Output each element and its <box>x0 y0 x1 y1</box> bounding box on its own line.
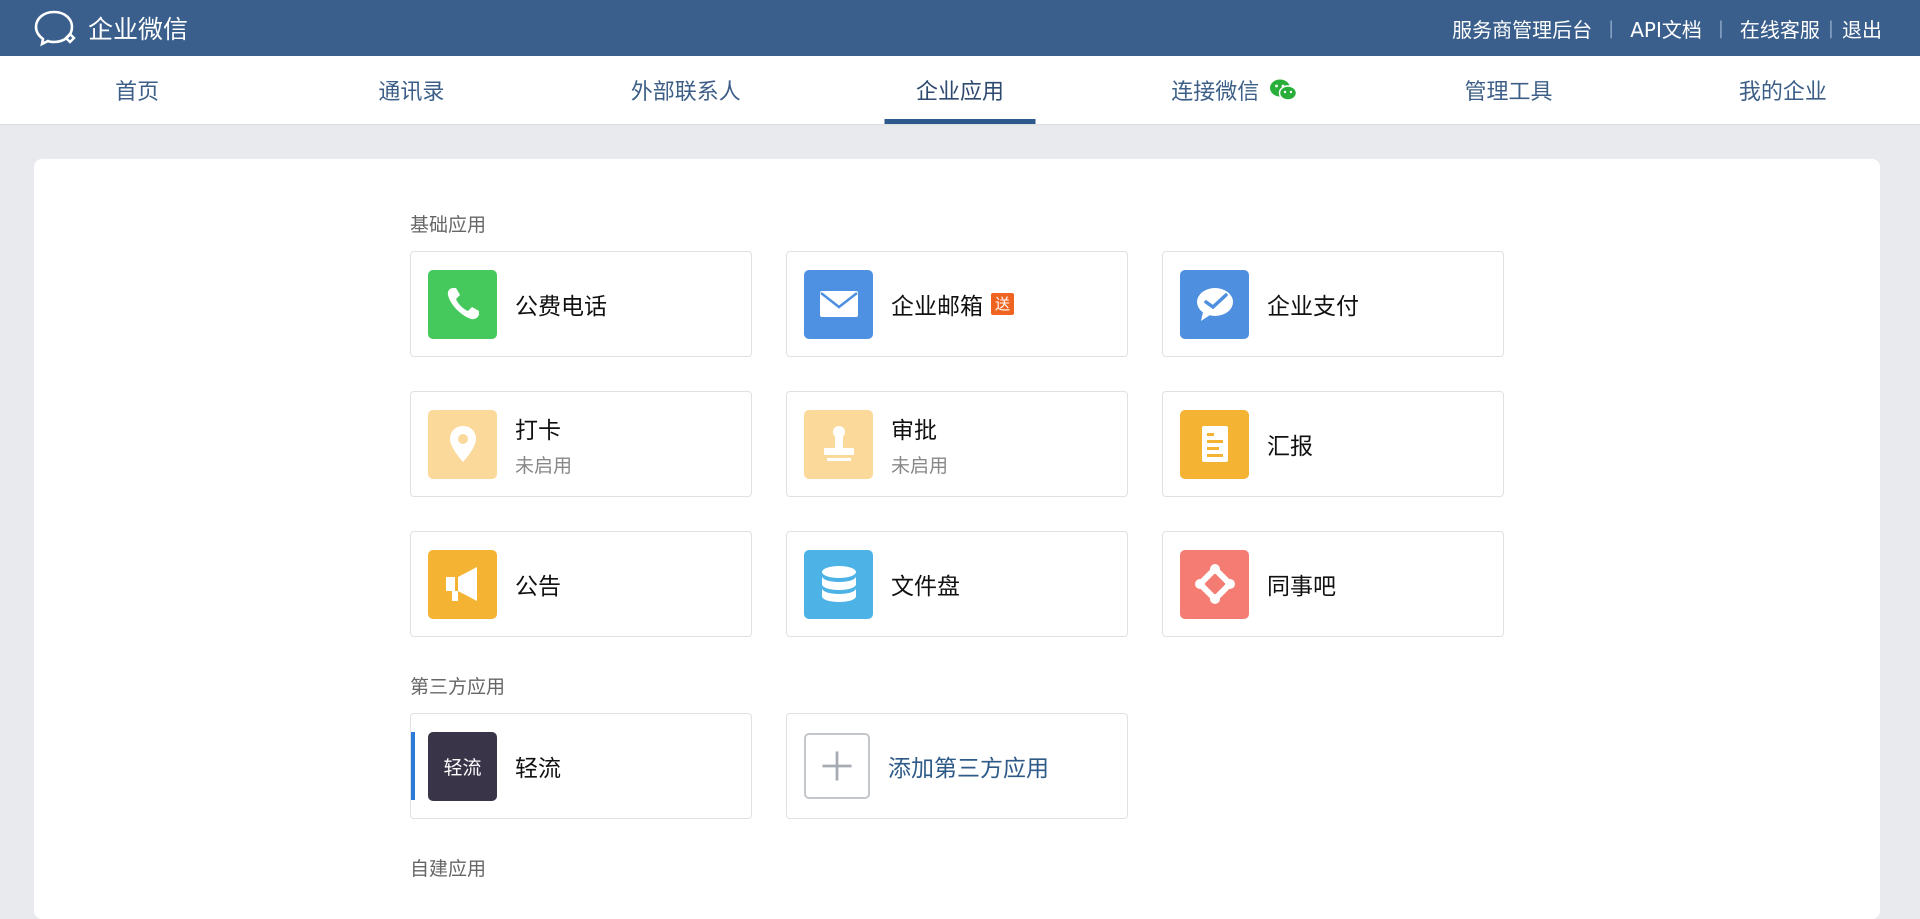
app-card-file-disk[interactable]: 文件盘 <box>786 531 1128 637</box>
main-nav: 首页 通讯录 外部联系人 企业应用 连接微信 管理工具 我的企业 <box>0 56 1920 124</box>
app-card-report[interactable]: 汇报 <box>1162 391 1504 497</box>
section-title-third-party: 第三方应用 <box>410 676 506 698</box>
app-name: 打卡 <box>515 417 561 444</box>
content-panel: 基础应用 公费电话 企业邮箱送 企业支付 打卡 未启用 审批 未启用 汇报 公告… <box>34 159 1880 919</box>
tab-label: 外部联系人 <box>630 80 741 105</box>
app-card-checkin[interactable]: 打卡 未启用 <box>410 391 752 497</box>
app-status: 未启用 <box>515 454 573 477</box>
app-name: 汇报 <box>1267 434 1313 460</box>
phone-icon <box>428 269 497 339</box>
app-name: 企业邮箱 <box>891 294 983 320</box>
brand-logo[interactable]: 企业微信 <box>34 8 188 48</box>
top-links: 服务商管理后台 | API文档 | 在线客服 | 退出 <box>1452 14 1886 43</box>
app-name: 文件盘 <box>891 574 960 600</box>
app-card-qingliu[interactable]: 轻流 轻流 <box>410 713 752 819</box>
top-header-bar: 企业微信 服务商管理后台 | API文档 | 在线客服 | 退出 <box>0 0 1920 56</box>
provider-admin-link[interactable]: 服务商管理后台 <box>1452 14 1592 43</box>
tab-management-tools[interactable]: 管理工具 <box>1371 56 1645 124</box>
wechat-icon <box>1270 79 1298 101</box>
section-title-basic: 基础应用 <box>410 214 487 236</box>
divider: | <box>1717 17 1724 39</box>
app-name: 审批 <box>891 417 937 444</box>
tab-enterprise-apps[interactable]: 企业应用 <box>823 56 1097 124</box>
megaphone-icon <box>428 549 497 619</box>
gift-badge: 送 <box>991 293 1015 315</box>
mail-icon <box>804 269 873 339</box>
app-card-enterprise-pay[interactable]: 企业支付 <box>1162 251 1504 357</box>
app-card-colleague-bar[interactable]: 同事吧 <box>1162 531 1504 637</box>
tab-label: 我的企业 <box>1738 80 1827 105</box>
tab-label: 通讯录 <box>378 80 445 105</box>
app-name: 同事吧 <box>1267 574 1336 600</box>
app-name: 企业支付 <box>1267 294 1359 320</box>
wework-logo-icon <box>34 10 76 47</box>
tab-label: 管理工具 <box>1464 80 1553 105</box>
tab-contacts[interactable]: 通讯录 <box>274 56 548 124</box>
app-name: 公告 <box>515 574 561 600</box>
api-docs-link[interactable]: API文档 <box>1630 14 1702 43</box>
app-card-approval[interactable]: 审批 未启用 <box>786 391 1128 497</box>
logout-link[interactable]: 退出 <box>1842 14 1882 43</box>
database-icon <box>804 549 873 619</box>
pay-icon <box>1180 269 1249 339</box>
tab-my-enterprise[interactable]: 我的企业 <box>1646 56 1920 124</box>
app-status: 未启用 <box>891 454 949 477</box>
add-app-label: 添加第三方应用 <box>888 756 1049 782</box>
app-card-public-phone[interactable]: 公费电话 <box>410 251 752 357</box>
logo-text: 轻流 <box>443 756 482 779</box>
qingliu-logo: 轻流 <box>428 731 497 801</box>
app-card-enterprise-mail[interactable]: 企业邮箱送 <box>786 251 1128 357</box>
add-third-party-app-button[interactable]: 添加第三方应用 <box>786 713 1128 819</box>
tab-label: 企业应用 <box>915 80 1004 105</box>
plus-icon <box>804 733 870 799</box>
report-icon <box>1180 409 1249 479</box>
network-icon <box>1180 549 1249 619</box>
tab-connect-wechat[interactable]: 连接微信 <box>1097 56 1371 124</box>
tab-label: 首页 <box>115 80 160 105</box>
location-pin-icon <box>428 409 497 479</box>
section-title-custom: 自建应用 <box>410 858 487 880</box>
online-support-link[interactable]: 在线客服 <box>1740 14 1820 43</box>
app-name: 公费电话 <box>515 294 607 320</box>
app-name: 轻流 <box>515 756 561 782</box>
stamp-icon <box>804 409 873 479</box>
tab-home[interactable]: 首页 <box>0 56 274 124</box>
divider: | <box>1608 17 1615 39</box>
app-card-notice[interactable]: 公告 <box>410 531 752 637</box>
brand-name: 企业微信 <box>88 15 189 44</box>
tab-label: 连接微信 <box>1171 80 1260 105</box>
tab-external-contacts[interactable]: 外部联系人 <box>549 56 823 124</box>
divider: | <box>1827 17 1834 39</box>
